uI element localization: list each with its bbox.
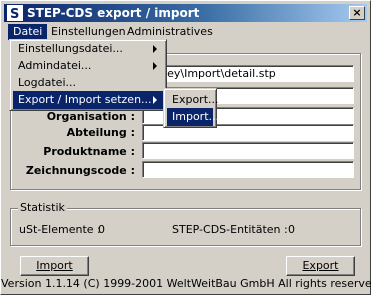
- menu-export-import-setzen[interactable]: Export / Import setzen...: [13, 91, 163, 109]
- zeichnungscode-label: Zeichnungscode :: [25, 164, 135, 177]
- import-button-label: Import: [36, 259, 73, 272]
- menu-datei[interactable]: Datei: [8, 24, 48, 40]
- app-icon: S: [7, 5, 23, 21]
- zeichnungscode-field[interactable]: [142, 161, 354, 178]
- menu-admindatei[interactable]: Admindatei...: [13, 57, 163, 75]
- submenu-arrow-icon: [153, 96, 157, 104]
- organisation-label: Organisation :: [46, 110, 135, 123]
- statistik-title: Statistik: [18, 201, 67, 214]
- close-button[interactable]: ×: [349, 6, 365, 20]
- export-import-submenu: Export... Import...: [163, 88, 219, 128]
- ust-elemente-label: uSt-Elemente :: [19, 223, 101, 236]
- produktname-label: Produktname :: [43, 145, 135, 158]
- submenu-import[interactable]: Import...: [167, 108, 219, 126]
- window-title: STEP-CDS export / import: [27, 6, 200, 20]
- menu-logdatei[interactable]: Logdatei...: [13, 74, 163, 92]
- cds-entitaeten-label: STEP-CDS-Entitäten :: [172, 223, 288, 236]
- submenu-export[interactable]: Export...: [167, 91, 219, 109]
- produktname-field[interactable]: [142, 142, 354, 159]
- menu-administratives[interactable]: Administratives: [122, 24, 218, 40]
- export-button-label: Export: [302, 259, 339, 272]
- export-button[interactable]: Export: [286, 256, 355, 276]
- submenu-import-label: Import...: [172, 110, 219, 123]
- menu-export-import-setzen-label: Export / Import setzen...: [18, 93, 152, 106]
- submenu-arrow-icon: [153, 62, 157, 70]
- ust-elemente-value: 0: [98, 223, 105, 236]
- menu-einstellungsdatei[interactable]: Einstellungsdatei...: [13, 40, 163, 58]
- abteilung-label: Abteilung :: [66, 126, 135, 139]
- title-bar[interactable]: S STEP-CDS export / import ×: [4, 4, 367, 22]
- import-button[interactable]: Import: [20, 256, 89, 276]
- main-window: S STEP-CDS export / import × Datei Einst…: [0, 0, 371, 295]
- file-path-field[interactable]: entley\Import\detail.stp: [142, 65, 354, 82]
- menu-einstellungen[interactable]: Einstellungen: [46, 24, 131, 40]
- submenu-arrow-icon: [153, 45, 157, 53]
- cds-entitaeten-value: 0: [288, 223, 295, 236]
- svg-text:S: S: [10, 7, 19, 21]
- footer-version: Version 1.1.14 (C) 1999-2001 WeltWeitBau…: [1, 277, 371, 290]
- menu-einstellungsdatei-label: Einstellungsdatei...: [18, 42, 123, 55]
- submenu-export-label: Export...: [172, 93, 219, 106]
- datei-dropdown: Einstellungsdatei... Admindatei... Logda…: [9, 39, 167, 111]
- menu-logdatei-label: Logdatei...: [18, 76, 76, 89]
- menu-admindatei-label: Admindatei...: [18, 59, 92, 72]
